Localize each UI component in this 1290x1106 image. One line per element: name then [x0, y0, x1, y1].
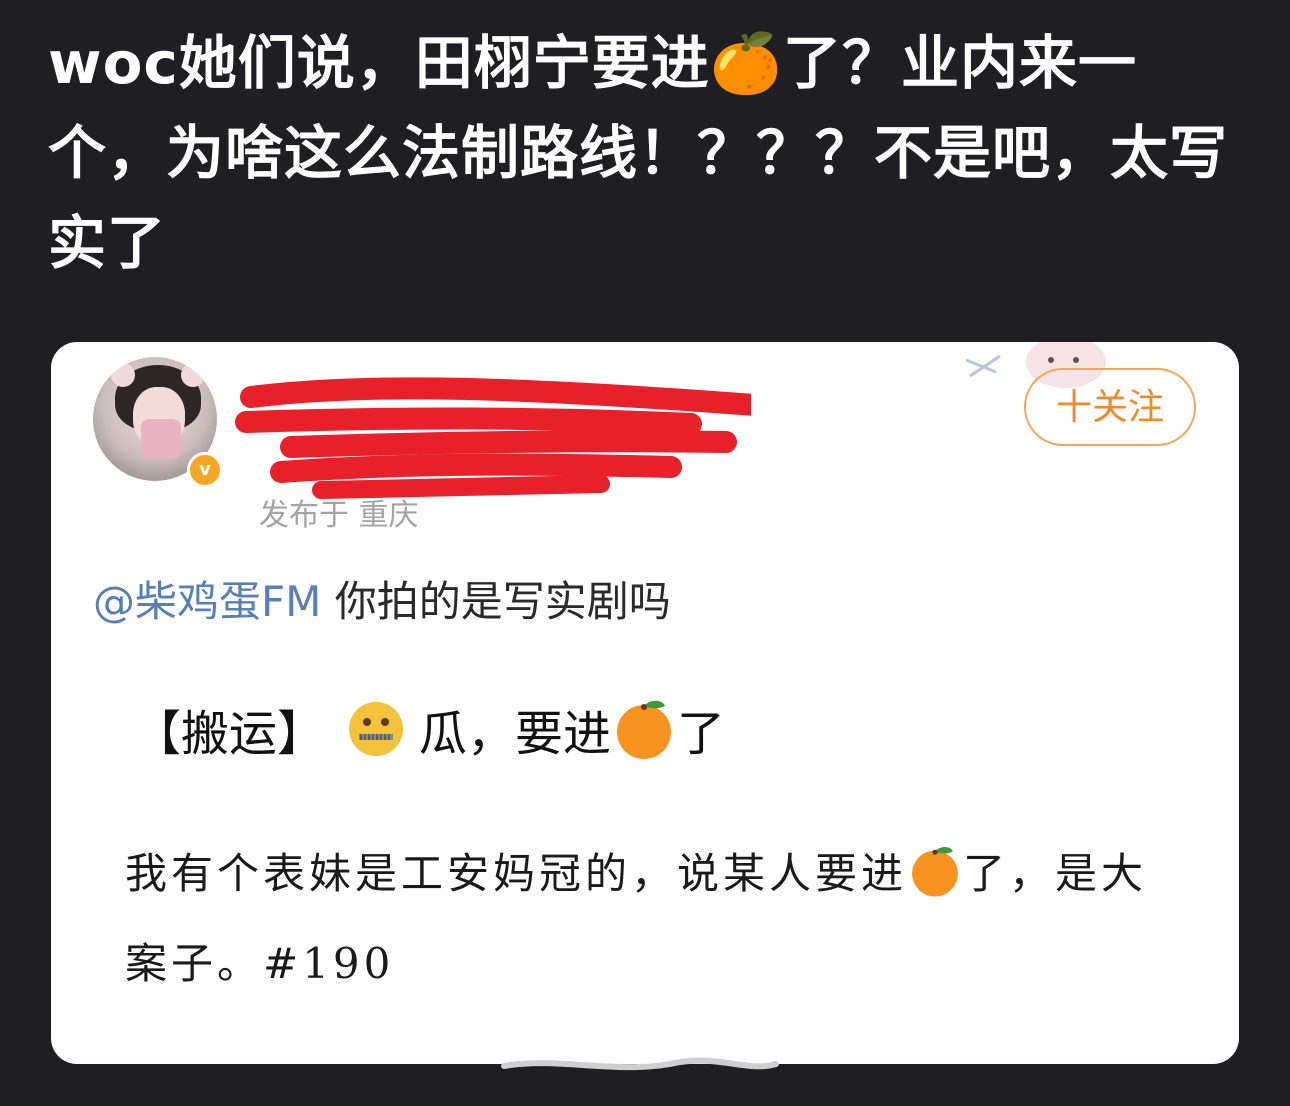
orange-emoji	[617, 700, 672, 759]
line1-end: 了，是大	[963, 849, 1148, 898]
zipper-mouth-emoji	[349, 702, 404, 756]
mention-link[interactable]: @柴鸡蛋FM	[93, 577, 321, 626]
follow-button[interactable]: 十关注	[1024, 368, 1196, 446]
orange-emoji	[912, 846, 958, 896]
post-text: woc她们说，田栩宁要进🍊了？业内来一个，为啥这么法制路线！？？？不是吧，太写实…	[48, 29, 1229, 277]
handwritten-line-1: 我有个表妹是工安妈冠的，说某人要进 了，是大	[125, 840, 1147, 901]
line1-text: 我有个表妹是工安妈冠的，说某人要进	[125, 849, 908, 898]
bottom-watermark-scribble	[501, 1057, 779, 1071]
handwritten-line-2: 案子。#190	[125, 939, 395, 988]
mention-text: 你拍的是写实剧吗	[321, 577, 671, 626]
tag-text: 【搬运】	[133, 706, 326, 762]
tag-end: 了	[677, 706, 726, 762]
weibo-screenshot-card: v 发布于 重庆 十关注 @柴鸡蛋FM 你拍的是写实剧吗 【搬运】 瓜，要进 了	[51, 342, 1239, 1064]
location-text: 发布于 重庆	[259, 498, 419, 533]
verified-badge-icon: v	[187, 452, 223, 488]
handwritten-tag-line: 【搬运】 瓜，要进 了	[133, 694, 725, 764]
mention-line: @柴鸡蛋FM 你拍的是写实剧吗	[93, 568, 671, 629]
tag-after-emoji: 瓜，要进	[419, 706, 612, 762]
